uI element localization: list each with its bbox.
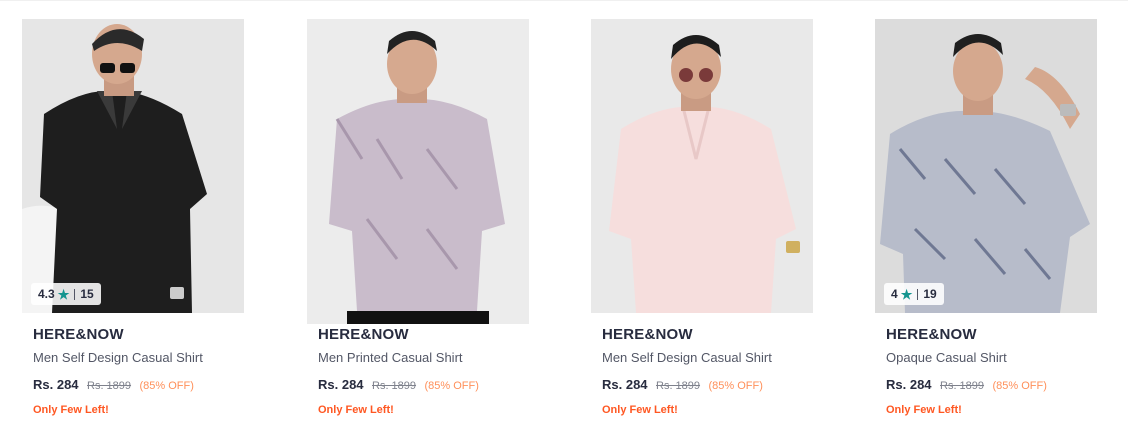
price-row: Rs. 284 Rs. 1899 (85% OFF) [33, 375, 233, 395]
stock-status: Only Few Left! [33, 404, 109, 416]
product-image[interactable] [307, 19, 529, 324]
product-mrp: Rs. 1899 [656, 380, 701, 392]
rating-separator [74, 288, 76, 300]
product-price: Rs. 284 [318, 377, 364, 392]
product-brand: HERE&NOW [886, 326, 977, 343]
product-photo [591, 19, 813, 313]
product-brand: HERE&NOW [33, 326, 124, 343]
product-mrp: Rs. 1899 [372, 380, 417, 392]
rating-separator [917, 288, 919, 300]
product-price: Rs. 284 [886, 377, 932, 392]
star-icon: ★ [57, 286, 70, 302]
rating-badge: 4 ★ 19 [884, 283, 944, 305]
product-name: Men Printed Casual Shirt [318, 350, 463, 365]
star-icon: ★ [900, 286, 913, 302]
rating-badge: 4.3 ★ 15 [31, 283, 101, 305]
product-photo [22, 19, 244, 313]
product-mrp: Rs. 1899 [940, 380, 985, 392]
rating-score: 4.3 [38, 287, 55, 301]
product-mrp: Rs. 1899 [87, 380, 132, 392]
product-info: HERE&NOW Men Self Design Casual Shirt Rs… [591, 313, 813, 419]
product-name: Men Self Design Casual Shirt [602, 350, 772, 365]
product-info: HERE&NOW Opaque Casual Shirt Rs. 284 Rs.… [875, 313, 1097, 419]
stock-status: Only Few Left! [886, 404, 962, 416]
product-card[interactable]: HERE&NOW Men Self Design Casual Shirt Rs… [591, 19, 813, 419]
product-card[interactable]: 4 ★ 19 HERE&NOW Opaque Casual Shirt Rs. … [875, 19, 1097, 419]
stock-status: Only Few Left! [318, 404, 394, 416]
rating-count: 15 [80, 287, 94, 301]
product-info: HERE&NOW Men Self Design Casual Shirt Rs… [22, 313, 244, 419]
product-photo [307, 19, 529, 324]
price-row: Rs. 284 Rs. 1899 (85% OFF) [318, 375, 518, 395]
product-image[interactable] [591, 19, 813, 313]
top-divider [0, 0, 1128, 1]
product-image[interactable]: 4.3 ★ 15 [22, 19, 244, 313]
product-name: Opaque Casual Shirt [886, 350, 1007, 365]
price-row: Rs. 284 Rs. 1899 (85% OFF) [886, 375, 1086, 395]
product-brand: HERE&NOW [602, 326, 693, 343]
price-row: Rs. 284 Rs. 1899 (85% OFF) [602, 375, 802, 395]
product-card[interactable]: 4.3 ★ 15 HERE&NOW Men Self Design Casual… [22, 19, 244, 419]
rating-score: 4 [891, 287, 898, 301]
product-name: Men Self Design Casual Shirt [33, 350, 203, 365]
product-photo [875, 19, 1097, 313]
product-grid: 4.3 ★ 15 HERE&NOW Men Self Design Casual… [22, 19, 1102, 419]
product-price: Rs. 284 [33, 377, 79, 392]
rating-count: 19 [923, 287, 937, 301]
product-image[interactable]: 4 ★ 19 [875, 19, 1097, 313]
product-brand: HERE&NOW [318, 326, 409, 343]
product-discount: (85% OFF) [708, 380, 763, 392]
product-discount: (85% OFF) [424, 380, 479, 392]
stock-status: Only Few Left! [602, 404, 678, 416]
product-discount: (85% OFF) [139, 380, 194, 392]
product-price: Rs. 284 [602, 377, 648, 392]
product-discount: (85% OFF) [992, 380, 1047, 392]
product-info: HERE&NOW Men Printed Casual Shirt Rs. 28… [307, 324, 529, 419]
product-card[interactable]: HERE&NOW Men Printed Casual Shirt Rs. 28… [307, 19, 529, 419]
